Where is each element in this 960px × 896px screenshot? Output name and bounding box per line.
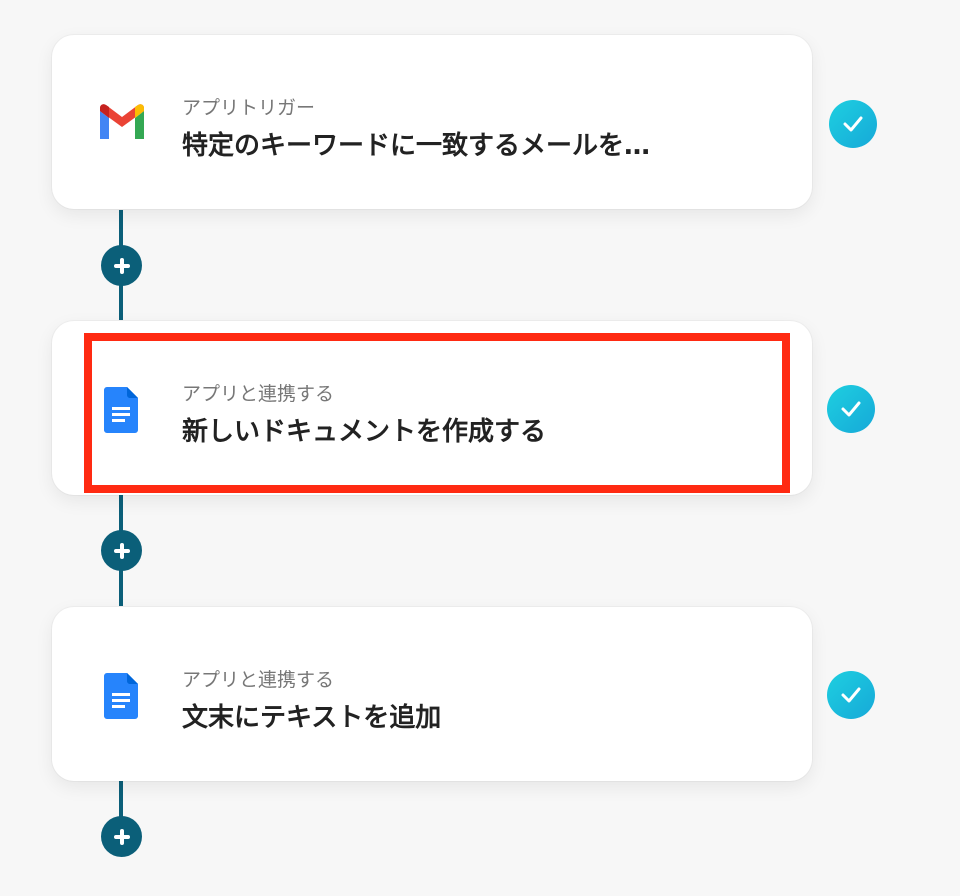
step-title: 特定のキーワードに一致するメールを… [182,131,651,161]
check-icon [829,100,877,148]
step-title: 文末にテキストを追加 [182,703,442,733]
step-title: 新しいドキュメントを作成する [182,417,547,447]
flow-step-card[interactable]: アプリと連携する 新しいドキュメントを作成する [52,321,812,495]
flow-step-card[interactable]: アプリと連携する 文末にテキストを追加 [52,607,812,781]
step-type-label: アプリと連携する [182,383,335,405]
gmail-icon [98,103,146,143]
add-step-button[interactable] [101,530,142,571]
flow-step-card[interactable]: アプリトリガー 特定のキーワードに一致するメールを… [52,35,812,209]
step-type-label: アプリと連携する [182,669,335,691]
google-docs-icon [104,387,138,433]
add-step-button[interactable] [101,816,142,857]
check-icon [827,671,875,719]
add-step-button[interactable] [101,245,142,286]
check-icon [827,385,875,433]
step-type-label: アプリトリガー [182,97,316,119]
google-docs-icon [104,673,138,719]
